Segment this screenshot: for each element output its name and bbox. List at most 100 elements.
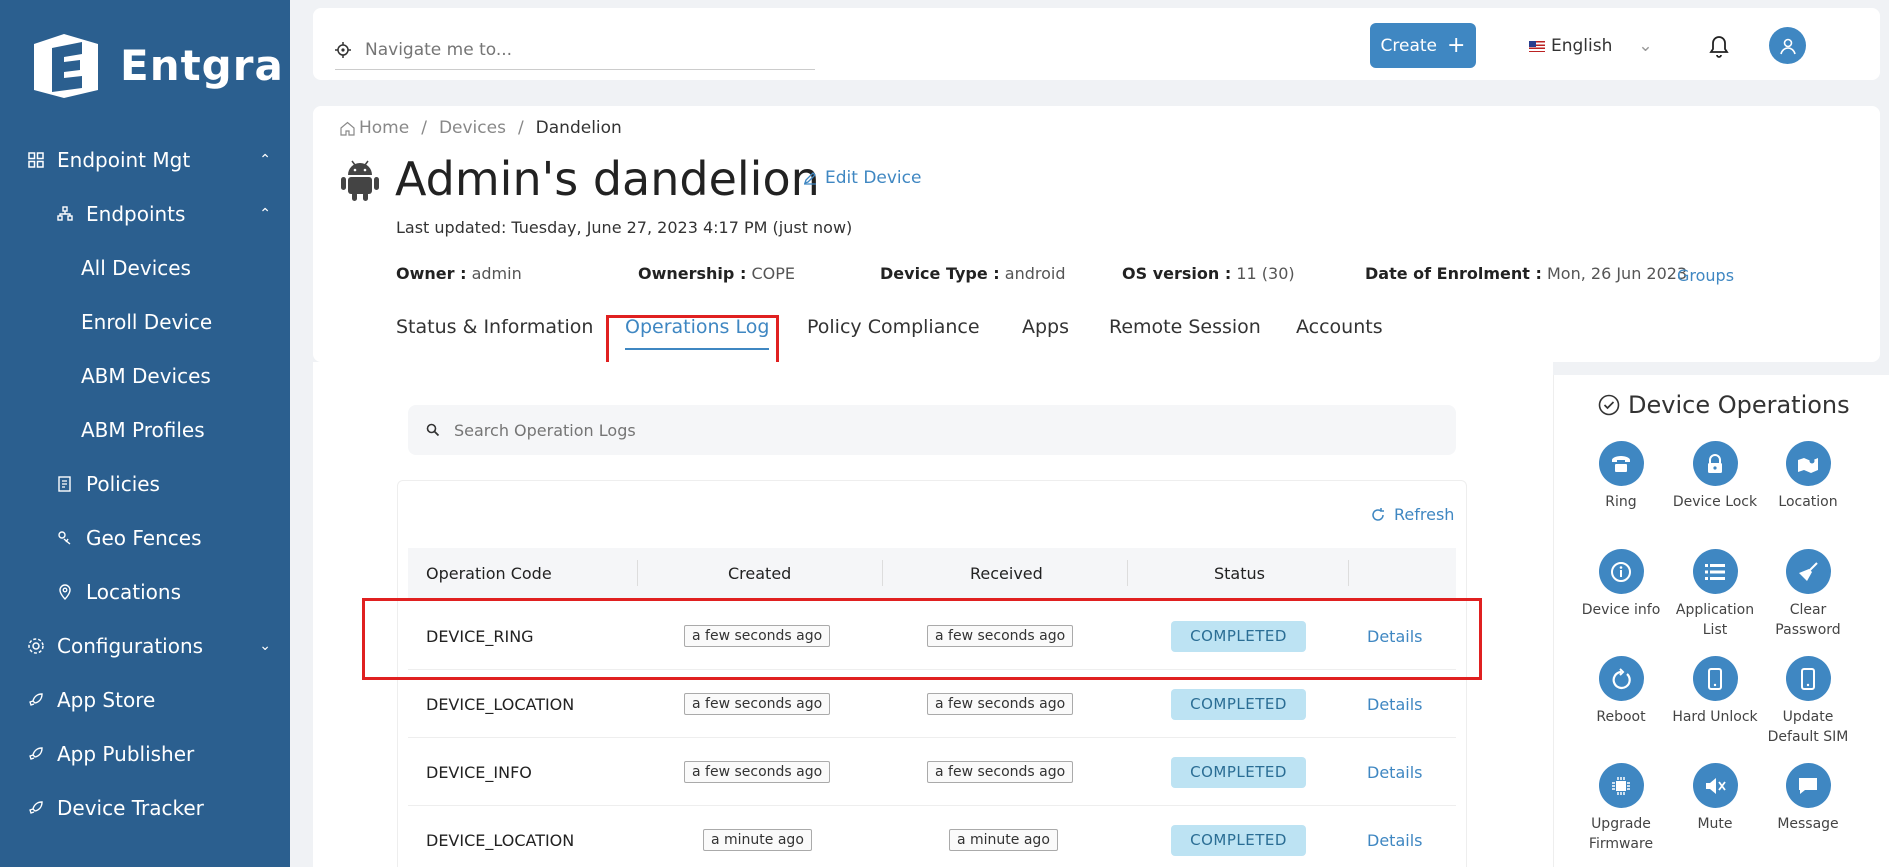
geofence-icon bbox=[56, 529, 74, 547]
op-hard-unlock[interactable]: Hard Unlock bbox=[1670, 656, 1760, 727]
location-pin-icon bbox=[56, 583, 74, 601]
column-header[interactable]: Received bbox=[970, 548, 1043, 598]
column-header[interactable]: Operation Code bbox=[426, 548, 552, 598]
op-label: Message bbox=[1777, 816, 1839, 832]
breadcrumb-devices[interactable]: Devices bbox=[439, 118, 506, 138]
op-message[interactable]: Message bbox=[1763, 763, 1853, 834]
sidebar-item-label: Geo Fences bbox=[86, 526, 202, 550]
tab-accounts[interactable]: Accounts bbox=[1296, 316, 1383, 338]
op-ring[interactable]: Ring bbox=[1576, 441, 1666, 512]
sidebar-item-label: ABM Profiles bbox=[81, 418, 205, 442]
grid-icon bbox=[27, 151, 45, 169]
op-location[interactable]: Location bbox=[1763, 441, 1853, 512]
operation-log-search[interactable] bbox=[408, 405, 1456, 455]
op-device-lock[interactable]: Device Lock bbox=[1670, 441, 1760, 512]
navigate-search[interactable] bbox=[335, 30, 815, 70]
edit-device-label: Edit Device bbox=[825, 168, 922, 188]
language-label: English bbox=[1551, 36, 1613, 56]
sidebar-item-geo-fences[interactable]: Geo Fences bbox=[56, 523, 271, 553]
device-operations-label: Device Operations bbox=[1628, 391, 1850, 419]
meta-enrolment-date: Date of Enrolment : Mon, 26 Jun 2023 bbox=[1365, 264, 1687, 283]
sidebar-item-endpoints[interactable]: Endpoints ⌃ bbox=[56, 199, 271, 229]
user-avatar[interactable] bbox=[1769, 27, 1806, 64]
sidebar-item-endpoint-mgt[interactable]: Endpoint Mgt ⌃ bbox=[27, 145, 271, 175]
op-reboot[interactable]: Reboot bbox=[1576, 656, 1666, 727]
op-label: Mute bbox=[1697, 816, 1733, 832]
crosshair-icon bbox=[335, 41, 351, 58]
reboot-icon bbox=[1598, 656, 1644, 701]
sidebar-item-label: App Store bbox=[57, 688, 156, 712]
sidebar-item-enroll-device[interactable]: Enroll Device bbox=[81, 307, 212, 337]
map-icon bbox=[1785, 441, 1831, 486]
op-mute[interactable]: Mute bbox=[1670, 763, 1760, 834]
op-clear-password[interactable]: Clear Password bbox=[1763, 549, 1853, 641]
meta-label: Device Type : bbox=[880, 264, 1000, 283]
op-application-list[interactable]: Application List bbox=[1670, 549, 1760, 641]
details-link[interactable]: Details bbox=[1367, 806, 1422, 867]
message-icon bbox=[1785, 763, 1831, 808]
page-title: Admin's dandelion bbox=[395, 152, 820, 206]
lock-icon bbox=[1692, 441, 1738, 486]
sidebar-item-label: Enroll Device bbox=[81, 310, 213, 334]
table-header: Operation Code Created Received Status bbox=[408, 548, 1456, 598]
refresh-button[interactable]: Refresh bbox=[1370, 505, 1454, 524]
op-label: Update Default SIM bbox=[1767, 709, 1849, 746]
meta-owner: Owner : admin bbox=[396, 264, 522, 283]
search-input[interactable] bbox=[454, 420, 1354, 440]
create-button[interactable]: Create + bbox=[1370, 23, 1476, 68]
refresh-icon bbox=[1372, 507, 1384, 521]
column-header[interactable]: Status bbox=[1214, 548, 1265, 598]
sidebar-item-label: ABM Devices bbox=[81, 364, 211, 388]
rocket-icon bbox=[27, 745, 45, 763]
meta-label: Owner : bbox=[396, 264, 467, 283]
op-device-info[interactable]: Device info bbox=[1576, 549, 1666, 620]
status-badge: COMPLETED bbox=[1171, 688, 1306, 720]
tab-remote-session[interactable]: Remote Session bbox=[1109, 316, 1261, 338]
sidebar-item-abm-profiles[interactable]: ABM Profiles bbox=[81, 415, 205, 445]
received-time: a few seconds ago bbox=[927, 693, 1074, 715]
refresh-label: Refresh bbox=[1394, 505, 1455, 524]
table-row: DEVICE_LOCATION a minute ago a minute ag… bbox=[408, 806, 1456, 867]
status-badge: COMPLETED bbox=[1171, 824, 1306, 856]
sidebar-item-label: Policies bbox=[86, 472, 160, 496]
details-link[interactable]: Details bbox=[1367, 738, 1422, 806]
brand-name: Entgra bbox=[120, 40, 284, 90]
tab-apps[interactable]: Apps bbox=[1022, 316, 1069, 338]
sidebar-item-configurations[interactable]: Configurations ⌄ bbox=[27, 631, 271, 661]
meta-label: Ownership : bbox=[638, 264, 747, 283]
sidebar-item-device-tracker[interactable]: Device Tracker bbox=[27, 793, 271, 823]
op-upgrade-firmware[interactable]: Upgrade Firmware bbox=[1576, 763, 1666, 855]
sidebar-item-all-devices[interactable]: All Devices bbox=[81, 253, 191, 283]
breadcrumb: Home / Devices / Dandelion bbox=[340, 118, 622, 138]
user-icon bbox=[1779, 38, 1796, 54]
edit-device-link[interactable]: Edit Device bbox=[803, 168, 921, 188]
breadcrumb-separator: / bbox=[517, 118, 524, 138]
entgra-logo-icon bbox=[34, 34, 98, 98]
meta-os-version: OS version : 11 (30) bbox=[1122, 264, 1295, 283]
navigate-input[interactable] bbox=[365, 39, 785, 60]
phone-icon bbox=[1598, 441, 1644, 486]
sidebar-item-app-publisher[interactable]: App Publisher bbox=[27, 739, 271, 769]
sidebar-item-label: Endpoints bbox=[86, 202, 186, 226]
meta-value: admin bbox=[471, 264, 522, 283]
sidebar-item-locations[interactable]: Locations bbox=[56, 577, 271, 607]
meta-value: 11 (30) bbox=[1236, 264, 1295, 283]
sidebar-item-app-store[interactable]: App Store bbox=[27, 685, 271, 715]
bell-icon[interactable] bbox=[1704, 32, 1734, 62]
tab-policy-compliance[interactable]: Policy Compliance bbox=[807, 316, 980, 338]
breadcrumb-home[interactable]: Home bbox=[340, 118, 409, 138]
column-header[interactable]: Created bbox=[728, 548, 791, 598]
sidebar-item-abm-devices[interactable]: ABM Devices bbox=[81, 361, 211, 391]
details-link[interactable]: Details bbox=[1367, 670, 1422, 738]
brand-logo[interactable]: Entgra bbox=[30, 30, 284, 100]
broom-icon bbox=[1785, 549, 1831, 594]
sidebar-item-policies[interactable]: Policies bbox=[56, 469, 271, 499]
list-icon bbox=[1692, 549, 1738, 594]
tab-status-information[interactable]: Status & Information bbox=[396, 316, 593, 338]
op-update-default-sim[interactable]: Update Default SIM bbox=[1763, 656, 1853, 748]
op-label: Hard Unlock bbox=[1672, 709, 1758, 725]
language-selector[interactable]: English ⌄ bbox=[1529, 36, 1653, 56]
us-flag-icon bbox=[1529, 40, 1545, 52]
groups-link[interactable]: Groups bbox=[1677, 266, 1734, 285]
row-highlight-box bbox=[362, 598, 1482, 680]
